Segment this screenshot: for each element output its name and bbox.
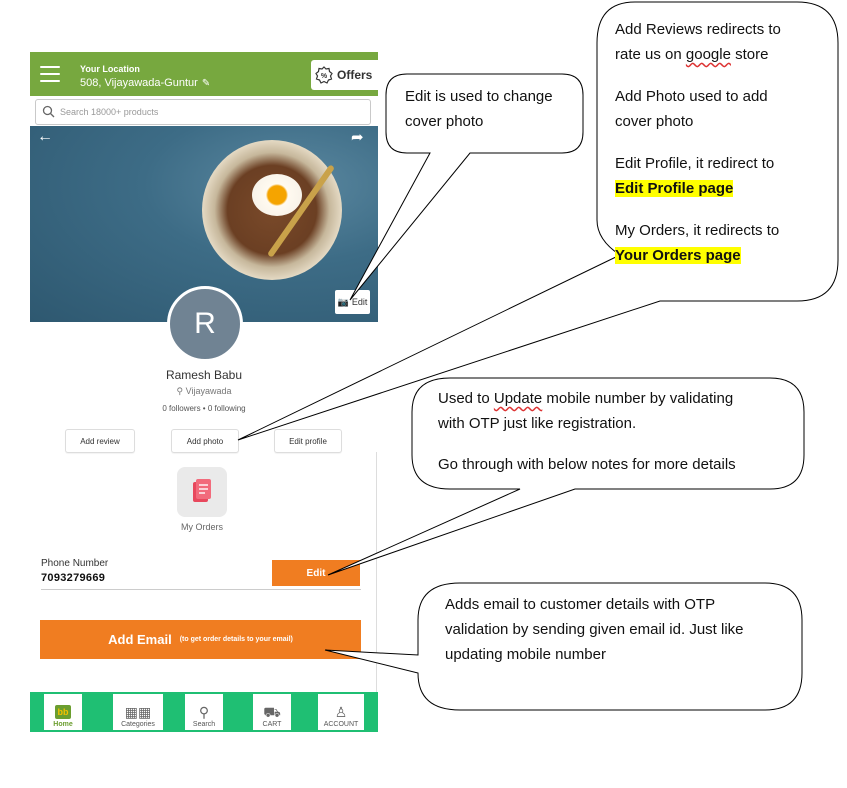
callout-text-line: Edit Profile page <box>615 176 781 201</box>
callout-text-line: Add Reviews redirects to <box>615 21 781 38</box>
callout-text-line: cover photo <box>615 113 694 130</box>
callout-text-fragment: mobile number by validating <box>542 390 734 407</box>
callout-text-fragment: Update <box>493 390 543 407</box>
callout-text-line: cover photo <box>405 113 484 130</box>
callout-text-line: Edit Profile, it redirect to <box>615 155 775 172</box>
callout-text-line: Edit is used to change <box>405 88 553 105</box>
callout-text-line: with OTP just like registration. <box>438 415 637 432</box>
callout-text-fragment: rate us on <box>615 46 686 63</box>
callout-text-fragment: Used to <box>438 390 494 407</box>
callout-text-fragment: store <box>730 46 769 63</box>
callout-text-line: Adds email to customer details with OTP <box>445 596 716 613</box>
callout-text-line: rate us on google store <box>615 42 781 67</box>
highlighted-link: Edit Profile page <box>615 180 734 197</box>
callout-text-line: My Orders, it redirects to <box>615 222 780 239</box>
callout-text-fragment: google <box>685 46 731 63</box>
callout-email-add: Adds email to customer details with OTP … <box>445 592 744 667</box>
callout-cover-edit: Edit is used to change cover photo <box>405 84 553 134</box>
callout-text-line: Add Photo used to add <box>615 88 768 105</box>
callout-phone-edit: Used to Update mobile number by validati… <box>438 386 736 477</box>
callout-text-line: Go through with below notes for more det… <box>438 456 736 473</box>
highlighted-link: Your Orders page <box>615 247 741 264</box>
callout-text-line: updating mobile number <box>445 646 606 663</box>
callout-profile-actions: Add Reviews redirects to rate us on goog… <box>615 17 781 268</box>
callout-text-line: Your Orders page <box>615 243 781 268</box>
callout-text-line: validation by sending given email id. Ju… <box>445 621 744 638</box>
callout-text-line: Used to Update mobile number by validati… <box>438 386 736 411</box>
